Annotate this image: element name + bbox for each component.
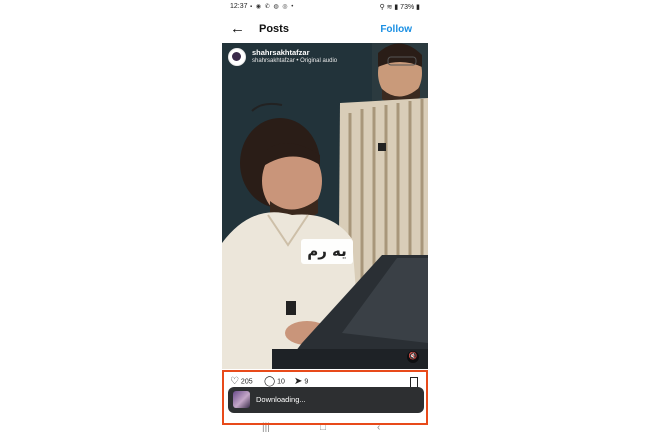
highlight-annotation [222, 370, 428, 425]
video-caption: یه رم [301, 239, 353, 264]
follow-button[interactable]: Follow [380, 24, 412, 35]
mute-icon[interactable]: 🔇 [407, 351, 419, 363]
username[interactable]: shahrsakhtafzar [252, 48, 310, 57]
post-header: shahrsakhtafzar shahrsakhtafzar • Origin… [228, 47, 418, 69]
notification-icons: ▪ ◉ ✆ ◍ ◎ • [250, 4, 295, 10]
video-frame [222, 43, 428, 369]
status-time: 12:37 [230, 3, 248, 10]
audio-attribution[interactable]: shahrsakhtafzar • Original audio [252, 58, 337, 64]
arrow-left-icon[interactable]: ← [230, 21, 245, 36]
video-player[interactable]: shahrsakhtafzar shahrsakhtafzar • Origin… [222, 43, 428, 369]
status-bar: 12:37 ▪ ◉ ✆ ◍ ◎ • ⚲ ≋ ▮ 73% ▮ [222, 0, 428, 15]
top-bar: ← Posts Follow [222, 18, 428, 42]
page-title: Posts [259, 23, 289, 35]
avatar[interactable] [228, 48, 246, 66]
battery-status: ⚲ ≋ ▮ 73% ▮ [379, 4, 421, 11]
